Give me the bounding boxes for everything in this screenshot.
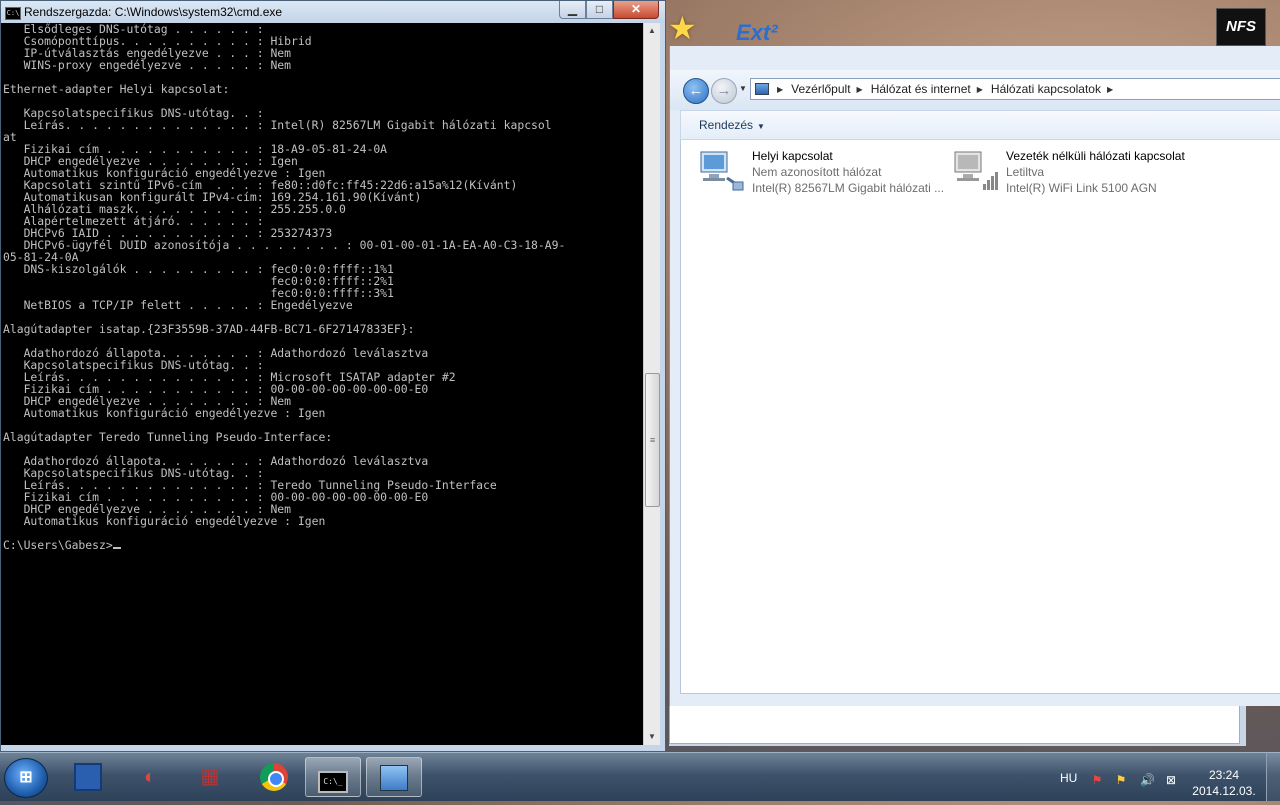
network-tray-icon[interactable]: ⊠ — [1164, 773, 1178, 787]
connection-name: Helyi kapcsolat — [752, 149, 833, 163]
breadcrumb-separator-icon[interactable]: ▶ — [1107, 85, 1113, 94]
text-cursor — [112, 547, 121, 549]
connection-item-wireless[interactable]: Vezeték nélküli hálózati kapcsolat Letil… — [951, 146, 1201, 198]
taskbar-chrome[interactable] — [246, 757, 302, 797]
minimize-button[interactable]: ▁ — [559, 1, 586, 19]
organize-button[interactable]: Rendezés ▼ — [699, 118, 765, 132]
ccleaner-icon: ◐ — [143, 766, 157, 788]
scroll-down-arrow-icon[interactable]: ▼ — [644, 729, 660, 745]
connection-device: Intel(R) WiFi Link 5100 AGN — [1006, 181, 1157, 195]
control-panel-icon — [755, 83, 769, 95]
explorer-back-frame-inner — [669, 706, 1240, 744]
breadcrumb-item-control-panel[interactable]: Vezérlőpult — [791, 82, 850, 96]
breadcrumb-separator-icon[interactable]: ▶ — [857, 85, 863, 94]
breadcrumb-item-network-internet[interactable]: Hálózat és internet — [871, 82, 971, 96]
command-bar: Rendezés ▼ — [680, 110, 1280, 140]
breadcrumb-separator-icon[interactable]: ▶ — [777, 85, 783, 94]
taskbar-winrar[interactable]: ▦ — [182, 757, 238, 797]
forward-button[interactable]: → — [711, 78, 737, 104]
close-button[interactable]: ✕ — [613, 1, 659, 19]
breadcrumb-item-network-connections[interactable]: Hálózati kapcsolatok — [991, 82, 1101, 96]
breadcrumb[interactable]: ▶ Vezérlőpult ▶ Hálózat és internet ▶ Há… — [750, 78, 1280, 100]
organize-label: Rendezés — [699, 118, 754, 132]
taskbar: ⊞ ◐ ▦ C:\_ HU ⚑ ⚑ 🔊 ⊠ 23:24 2014.12.03. — [0, 752, 1280, 801]
scrollbar-thumb[interactable]: ≡ — [645, 373, 660, 507]
cmd-window: C:\ Rendszergazda: C:\Windows\system32\c… — [0, 0, 666, 752]
connection-name: Vezeték nélküli hálózati kapcsolat — [1006, 149, 1185, 163]
cmd-icon: C:\_ — [318, 771, 348, 793]
connection-device: Intel(R) 82567LM Gigabit hálózati ... — [752, 181, 945, 195]
connection-item-local[interactable]: Helyi kapcsolat Nem azonosított hálózat … — [697, 146, 947, 198]
taskbar-ccleaner[interactable]: ◐ — [122, 757, 178, 797]
console-output[interactable]: Elsődleges DNS-utótag . . . . . . : Csom… — [1, 23, 643, 745]
floppy-icon — [74, 763, 102, 791]
recent-pages-chevron-icon[interactable]: ▼ — [739, 84, 747, 93]
connections-list: Helyi kapcsolat Nem azonosított hálózat … — [680, 140, 1280, 694]
tray-flag-icon[interactable]: ⚑ — [1090, 773, 1104, 787]
start-button[interactable]: ⊞ — [4, 758, 48, 798]
network-connections-window: ← → ▼ ▶ Vezérlőpult ▶ Hálózat és interne… — [669, 46, 1280, 706]
volume-icon[interactable]: 🔊 — [1140, 773, 1155, 787]
taskbar-network-connections[interactable] — [366, 757, 422, 797]
cmd-app-icon[interactable]: C:\ — [5, 7, 21, 20]
maximize-button[interactable]: □ — [586, 1, 613, 19]
desktop-nfs-icon[interactable]: NFS — [1216, 8, 1266, 46]
chrome-icon — [260, 763, 288, 791]
language-indicator[interactable]: HU — [1060, 771, 1077, 785]
wired-network-icon — [700, 151, 744, 191]
clock-time: 23:24 — [1208, 768, 1240, 782]
network-connections-icon — [380, 765, 408, 791]
breadcrumb-separator-icon[interactable]: ▶ — [977, 85, 983, 94]
taskbar-cmd[interactable]: C:\_ — [305, 757, 361, 797]
taskbar-floppy-app[interactable] — [60, 757, 116, 797]
winrar-icon: ▦ — [200, 766, 220, 788]
desktop-ext-icon[interactable]: Ext² — [736, 20, 778, 46]
show-desktop-button[interactable] — [1266, 753, 1280, 801]
cmd-titlebar[interactable]: C:\ Rendszergazda: C:\Windows\system32\c… — [1, 1, 665, 23]
clock[interactable]: 23:24 2014.12.03. — [1192, 767, 1256, 799]
scroll-up-arrow-icon[interactable]: ▲ — [644, 23, 660, 39]
connection-status: Letiltva — [1006, 165, 1045, 179]
desktop-star-icon[interactable]: ★ — [668, 10, 704, 46]
address-bar-area: ← → ▼ ▶ Vezérlőpult ▶ Hálózat és interne… — [670, 70, 1280, 110]
console-text: Elsődleges DNS-utótag . . . . . . : Csom… — [3, 23, 566, 552]
connection-status: Nem azonosított hálózat — [752, 165, 882, 179]
vertical-scrollbar[interactable]: ▲ ≡ ▼ — [643, 23, 660, 745]
clock-date: 2014.12.03. — [1192, 784, 1256, 798]
chevron-down-icon: ▼ — [757, 122, 765, 131]
window-title: Rendszergazda: C:\Windows\system32\cmd.e… — [24, 5, 283, 19]
tray-action-center-icon[interactable]: ⚑ — [1114, 773, 1128, 787]
back-button[interactable]: ← — [683, 78, 709, 104]
wireless-network-icon — [954, 151, 998, 190]
